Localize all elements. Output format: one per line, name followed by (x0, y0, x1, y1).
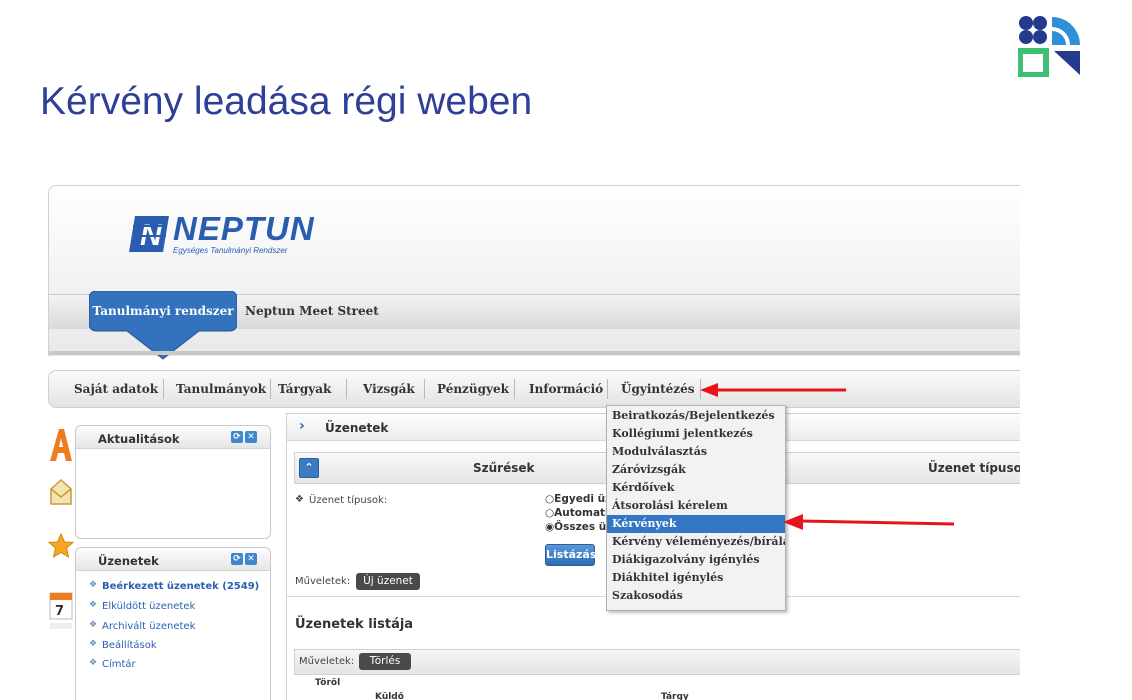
dropdown-item[interactable]: Kollégiumi jelentkezés (607, 425, 785, 443)
neptun-emblem-icon: N (129, 216, 169, 252)
archive-link[interactable]: Archivált üzenetek (102, 621, 195, 632)
calendar-day: 7 (55, 604, 64, 619)
collapse-button[interactable]: ⌃ (299, 458, 319, 478)
menu-separator (424, 379, 425, 399)
close-icon[interactable]: ✕ (245, 431, 257, 443)
menu-item-penzugyek[interactable]: Pénzügyek (437, 382, 509, 396)
brand-name: NEPTUN (173, 210, 315, 247)
radio-osszes-label: Összes üz (554, 521, 613, 533)
logo (1018, 16, 1080, 77)
envelope-icon (50, 478, 72, 505)
ugyintezes-dropdown: Beiratkozás/Bejelentkezés Kollégiumi jel… (606, 405, 786, 611)
sent-link[interactable]: Elküldött üzenetek (102, 601, 195, 612)
app-header: N NEPTUN Egységes Tanulmányi Rendszer Ta… (48, 185, 1020, 360)
settings-link[interactable]: Beállítások (102, 640, 157, 651)
refresh-icon[interactable]: ⟳ (231, 553, 243, 565)
delete-button[interactable]: Törlés (359, 653, 411, 670)
bullet-icon: ❖ (295, 494, 304, 505)
menu-separator (607, 379, 608, 399)
menu-item-sajat-adatok[interactable]: Saját adatok (74, 382, 158, 396)
dropdown-item[interactable]: Beiratkozás/Bejelentkezés (607, 407, 785, 425)
radio-osszes[interactable]: ◉Összes üz (545, 521, 612, 533)
dropdown-item[interactable]: Diákigazolvány igénylés (607, 551, 785, 569)
close-icon[interactable]: ✕ (245, 553, 257, 565)
radio-automatikus[interactable]: ○Automati (545, 507, 609, 519)
radio-automatikus-label: Automati (554, 507, 609, 519)
new-message-button[interactable]: Új üzenet (356, 573, 420, 590)
inbox-link[interactable]: Beérkezett üzenetek (2549) (102, 581, 259, 592)
menu-item-tanulmanyok[interactable]: Tanulmányok (176, 382, 266, 396)
menu-separator (270, 379, 271, 399)
refresh-icon[interactable]: ⟳ (231, 431, 243, 443)
bullet-icon: ❖ (89, 600, 98, 610)
filter-type-heading: Üzenet típusok: (928, 461, 1020, 475)
header-divider (49, 351, 1020, 355)
news-panel-title: Aktualitások (98, 432, 180, 446)
arrow-to-kervenyek-icon (783, 514, 955, 530)
menu-item-vizsgak[interactable]: Vizsgák (363, 382, 415, 396)
bullet-icon: ❖ (89, 620, 98, 630)
system-button-label: Tanulmányi rendszer (92, 304, 234, 318)
list-title: Üzenetek listája (295, 617, 414, 632)
dropdown-item[interactable]: Szakosodás (607, 587, 785, 605)
messages-panel-title: Üzenetek (98, 554, 159, 568)
dropdown-item[interactable]: Záróvizsgák (607, 461, 785, 479)
neptun-screenshot: N NEPTUN Egységes Tanulmányi Rendszer Ta… (48, 185, 1020, 700)
news-panel-header: Aktualitások ⟳ ✕ (76, 426, 270, 449)
messages-panel: Üzenetek ⟳ ✕ ❖ Beérkezett üzenetek (2549… (75, 547, 271, 700)
radio-egyedi[interactable]: ○Egyedi üz (545, 493, 611, 505)
type-label: Üzenet típusok: (309, 495, 388, 506)
arrow-to-ugyintezes-icon (700, 383, 846, 397)
brand-subtitle: Egységes Tanulmányi Rendszer (173, 246, 288, 255)
directory-link[interactable]: Címtár (102, 659, 136, 670)
radio-egyedi-label: Egyedi üz (554, 493, 612, 505)
dropdown-item[interactable]: Modulválasztás (607, 443, 785, 461)
main-title: Üzenetek (325, 421, 389, 435)
dropdown-item[interactable]: Diákhitel igénylés (607, 569, 785, 587)
neptun-logo: N NEPTUN Egységes Tanulmányi Rendszer (129, 210, 314, 258)
col-delete[interactable]: Töröl (315, 678, 340, 688)
news-panel: Aktualitások ⟳ ✕ (75, 425, 271, 539)
dropdown-item[interactable]: Kérdőívek (607, 479, 785, 497)
main-menu: Saját adatok Tanulmányok Tárgyak Vizsgák… (48, 370, 1020, 408)
calendar-icon: 7 (49, 592, 73, 629)
menu-item-ugyintezes[interactable]: Ügyintézés (621, 382, 695, 396)
ops-label-2: Műveletek: (299, 656, 355, 667)
menu-separator (163, 379, 164, 399)
slide-title: Kérvény leadása régi weben (40, 80, 533, 123)
news-a-icon (50, 429, 72, 461)
bullet-icon: ❖ (89, 658, 98, 668)
meet-street-link[interactable]: Neptun Meet Street (245, 304, 379, 318)
menu-item-informacio[interactable]: Információ (529, 382, 603, 396)
list-button[interactable]: Listázás (545, 544, 596, 566)
bullet-icon: ❖ (89, 639, 98, 649)
col-subject[interactable]: Tárgy (661, 692, 689, 700)
chevron-right-icon: › (299, 418, 305, 434)
bullet-icon: ❖ (89, 580, 98, 590)
ops-label: Műveletek: (295, 576, 351, 587)
favorites-star-icon (48, 533, 74, 559)
dropdown-item[interactable]: Átsorolási kérelem (607, 497, 785, 515)
menu-item-targyak[interactable]: Tárgyak (278, 382, 331, 396)
dropdown-item[interactable]: Kérvény véleményezés/bírálás (607, 533, 785, 551)
col-sender[interactable]: Küldő (375, 692, 404, 700)
filter-title: Szűrések (473, 461, 535, 475)
menu-separator (514, 379, 515, 399)
dropdown-item-kervenyek[interactable]: Kérvények (607, 515, 785, 533)
menu-separator (346, 379, 347, 399)
messages-panel-header: Üzenetek ⟳ ✕ (76, 548, 270, 571)
list-ops-bar: Műveletek: Törlés (294, 649, 1020, 675)
